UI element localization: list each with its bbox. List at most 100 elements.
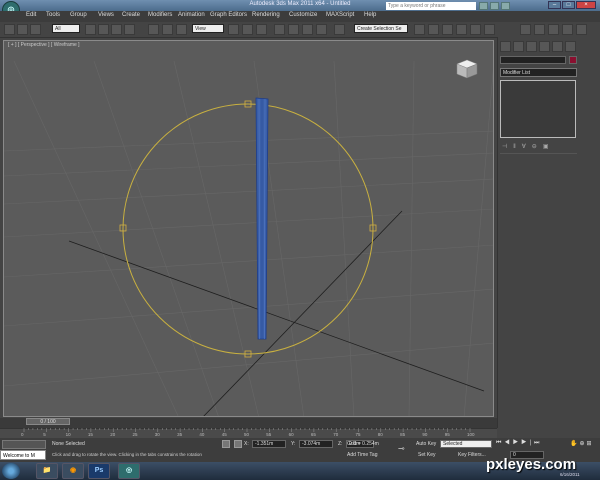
time-slider-track[interactable] <box>0 418 497 428</box>
close-button[interactable]: × <box>576 1 596 9</box>
link-icon[interactable] <box>4 24 15 35</box>
track-tick-label: 15 <box>87 432 93 437</box>
selection-filter-dropdown[interactable]: All <box>52 24 80 33</box>
select-manipulate-icon[interactable] <box>242 24 253 35</box>
reference-coordinate-dropdown[interactable]: View <box>192 24 224 33</box>
key-icon[interactable]: ⊸ <box>398 444 405 453</box>
x-coordinate-field[interactable]: -1.351m <box>252 440 286 448</box>
y-coordinate-field[interactable]: -3.074m <box>299 440 333 448</box>
modifier-stack[interactable] <box>500 80 576 138</box>
watermark: pxleyes.com <box>486 456 577 473</box>
taskbar-photoshop[interactable]: Ps <box>88 463 110 479</box>
edit-named-selection-icon[interactable] <box>334 24 345 35</box>
move-icon[interactable] <box>148 24 159 35</box>
motion-tab-icon[interactable] <box>539 41 550 52</box>
utilities-tab-icon[interactable] <box>565 41 576 52</box>
grid-line <box>333 60 355 416</box>
taskbar-date: 6/16/2011 <box>560 472 580 477</box>
menu-views[interactable]: Views <box>98 12 114 18</box>
start-button[interactable] <box>2 463 20 479</box>
hierarchy-tab-icon[interactable] <box>526 41 537 52</box>
track-tick-label: 10 <box>65 432 71 437</box>
rectangular-selection-icon[interactable] <box>111 24 122 35</box>
menu-maxscript[interactable]: MAXScript <box>326 12 354 18</box>
grid-axis-x <box>68 240 485 392</box>
keyboard-shortcut-icon[interactable] <box>256 24 267 35</box>
maximize-button[interactable]: □ <box>562 1 575 9</box>
taskbar-firefox[interactable]: ◉ <box>62 463 84 479</box>
help-icon[interactable] <box>501 2 510 10</box>
playback-controls[interactable]: ⏮◀▶▶|⏭ <box>496 440 562 448</box>
unlink-icon[interactable] <box>17 24 28 35</box>
layer-manager-icon[interactable] <box>442 24 453 35</box>
percent-snap-icon[interactable] <box>302 24 313 35</box>
key-filters-button[interactable]: Key Filters... <box>458 452 486 458</box>
render-frame-icon[interactable] <box>576 24 587 35</box>
grid-line <box>408 60 415 416</box>
menu-graph-editors[interactable]: Graph Editors <box>210 12 247 18</box>
snaps-toggle-icon[interactable] <box>274 24 285 35</box>
curve-editor-icon[interactable] <box>456 24 467 35</box>
modify-tab-icon[interactable] <box>513 41 524 52</box>
create-tab-icon[interactable] <box>500 41 511 52</box>
display-tab-icon[interactable] <box>552 41 563 52</box>
lock-selection-icon[interactable] <box>222 440 230 448</box>
rotate-icon[interactable] <box>162 24 173 35</box>
z-label: Z: <box>338 441 343 447</box>
select-object-icon[interactable] <box>85 24 96 35</box>
menu-rendering[interactable]: Rendering <box>252 12 280 18</box>
maxscript-listener-icon[interactable] <box>2 440 46 449</box>
render-production-icon[interactable] <box>534 24 545 35</box>
select-by-name-icon[interactable] <box>98 24 109 35</box>
maxscript-mini-listener[interactable]: Welcome to M <box>0 450 46 460</box>
menu-tools[interactable]: Tools <box>46 12 60 18</box>
object-color-swatch[interactable] <box>569 56 577 64</box>
menu-create[interactable]: Create <box>122 12 140 18</box>
named-selection-dropdown[interactable]: Create Selection Se <box>354 24 408 33</box>
pivot-center-icon[interactable] <box>228 24 239 35</box>
blue-cylinder-object <box>255 97 269 340</box>
search-input[interactable]: Type a keyword or phrase <box>386 2 476 10</box>
binoculars-icon[interactable] <box>479 2 488 10</box>
render-active-icon[interactable] <box>548 24 559 35</box>
stack-controls[interactable]: ⊣‖∀⊖▣ <box>502 143 574 150</box>
material-editor-icon[interactable] <box>470 24 481 35</box>
star-icon[interactable] <box>490 2 499 10</box>
angle-snap-icon[interactable] <box>288 24 299 35</box>
scale-icon[interactable] <box>176 24 187 35</box>
menu-group[interactable]: Group <box>70 12 87 18</box>
grid-line <box>463 69 493 416</box>
menu-help[interactable]: Help <box>364 12 376 18</box>
minimize-button[interactable]: – <box>548 1 561 9</box>
mirror-icon[interactable] <box>414 24 425 35</box>
spinner-snap-icon[interactable] <box>316 24 327 35</box>
time-slider[interactable]: 0 / 100 <box>26 418 70 425</box>
grid-line <box>93 60 219 416</box>
rendered-frame-window-icon[interactable] <box>520 24 531 35</box>
viewcube-icon[interactable] <box>456 59 478 79</box>
align-icon[interactable] <box>428 24 439 35</box>
render-setup-icon[interactable] <box>484 24 495 35</box>
taskbar-explorer[interactable]: 📁 <box>36 463 58 479</box>
modifier-list-dropdown[interactable]: Modifier List <box>500 68 577 77</box>
viewport-navigation-controls[interactable]: ✋⊕⊞ <box>570 440 598 448</box>
menu-customize[interactable]: Customize <box>289 12 317 18</box>
bind-space-warp-icon[interactable] <box>30 24 41 35</box>
menu-modifiers[interactable]: Modifiers <box>148 12 172 18</box>
auto-key-button[interactable]: Auto Key <box>416 441 436 447</box>
set-key-button[interactable]: Set Key <box>418 452 436 458</box>
track-tick-label: 50 <box>244 432 250 437</box>
render-iterative-icon[interactable] <box>562 24 573 35</box>
track-tick-label: 75 <box>355 432 361 437</box>
menu-animation[interactable]: Animation <box>178 12 205 18</box>
grid-line <box>4 152 493 177</box>
absolute-mode-icon[interactable] <box>234 440 242 448</box>
add-time-tag-button[interactable]: Add Time Tag <box>347 452 377 458</box>
object-name-field[interactable] <box>500 56 566 64</box>
key-mode-dropdown[interactable]: Selected <box>440 440 492 448</box>
taskbar-3dsmax[interactable]: ◎ <box>118 463 140 479</box>
menu-edit[interactable]: Edit <box>26 12 36 18</box>
window-crossing-icon[interactable] <box>124 24 135 35</box>
perspective-viewport[interactable]: [ + ] [ Perspective ] [ Wireframe ] <box>3 40 494 417</box>
track-tick-label: 80 <box>377 432 383 437</box>
